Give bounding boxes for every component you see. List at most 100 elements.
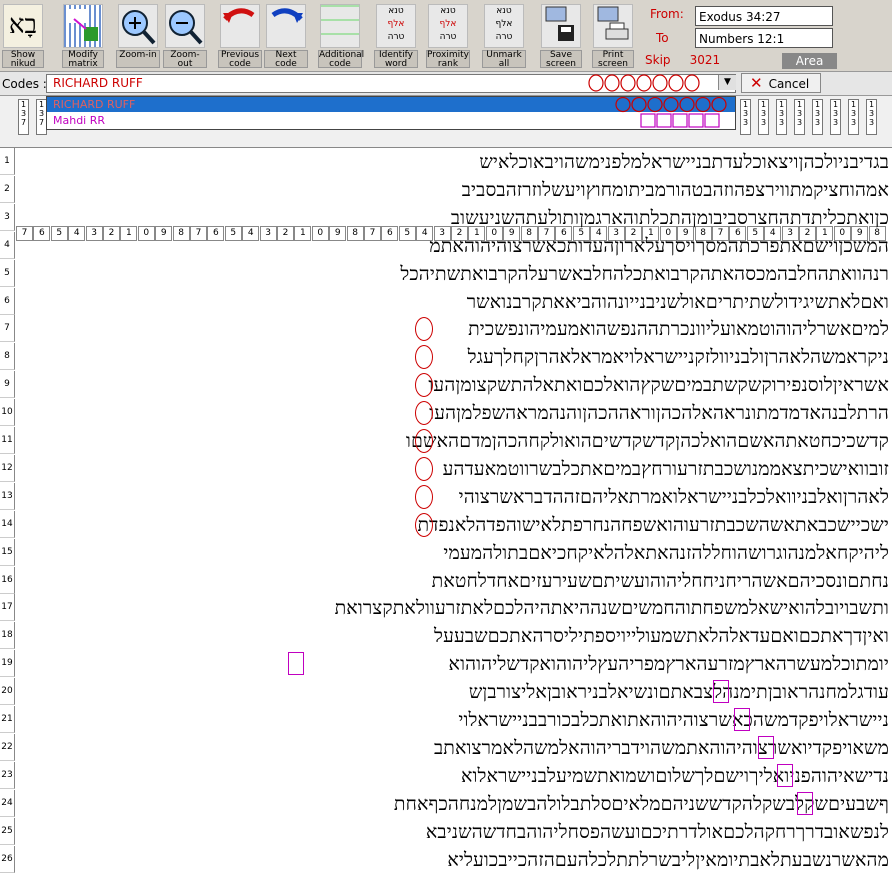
matrix-row: 14 ישכיישכבאתאשהשכבתזרעוהואשפחהנחרפתלאישו… <box>0 510 892 539</box>
identify-word-button[interactable]: טנא אלף טרה Identify word <box>374 2 418 70</box>
skip-value: 3021 <box>689 53 721 67</box>
column-number: 133 <box>776 99 787 135</box>
row-letters[interactable]: לנפשאובדרךרחקהלכםאולדרתיכםועשהפסחליהוהבח… <box>17 820 889 844</box>
show-nikud-label: Show nikud <box>2 50 44 69</box>
print-screen-label: Print screen <box>592 50 634 69</box>
row-number: 13 <box>0 482 15 510</box>
matrix-row: 18 ואיןדךאתכםואםעדאלהלאתשמעולייויספתיליסר… <box>0 622 892 650</box>
row-letters[interactable]: זובוואישכיתצאממנושכבתזרעורחץבמיםאתכלבשרו… <box>17 457 889 481</box>
row-letters[interactable]: רנהוואתהחלבהמכסהאתהקרבואתכלהחלבאשרעלהקרב… <box>17 262 889 286</box>
skip-label: Skip 3021 <box>645 53 721 67</box>
row-number: 12 <box>0 454 15 482</box>
matrix-row: 23 נדישאיהוהפניואליךוישםלךשלוםושמואתשמיעל… <box>0 761 892 790</box>
proximity-rank-label: Proximity rank <box>426 50 470 69</box>
row-letters[interactable]: מהאשרנשבעתלאבתיומאיןליבשרלתתלכלהעםהזהכיי… <box>17 848 889 872</box>
row-letters[interactable]: ניישראלויפקדמשהכאשרצוהיהוהאתואתכלבכורבבנ… <box>17 708 889 732</box>
save-screen-button[interactable]: Save screen <box>540 2 582 70</box>
codes-value: RICHARD RUFF <box>53 76 143 90</box>
row-letters[interactable]: ףשבעיםשקלבשקלהקדששניהםמלאיםסלתבלולהבשמןל… <box>17 792 889 816</box>
zoom-out-label: Zoom-out <box>163 50 207 69</box>
proximity-rank-button[interactable]: טנא אלף טרה Proximity rank <box>426 2 470 70</box>
row-letters[interactable]: ואםלאתשיגידולשתיתריםאולשניבנייונהוהביאאת… <box>17 290 889 314</box>
unmark-icon: טנא אלף טרה <box>484 4 524 48</box>
area-button[interactable]: Area <box>782 53 837 69</box>
option-code-marks <box>615 97 727 128</box>
row-letters[interactable]: אשראיןלוסנפירוקשקשתבמיםשקץהואלכםואתאלהתש… <box>17 373 889 397</box>
zoom-in-button[interactable]: Zoom-in <box>116 2 160 70</box>
row-letters[interactable]: ותשבויובלהואישאלמשפחתוהחמשיםשנההיאתהיהלכ… <box>17 596 889 620</box>
row-number: 19 <box>0 650 15 678</box>
row-letters[interactable]: הרתלבנהאדמדמתונראהאלהכהןוראההכהןוהנהמראה… <box>17 401 889 425</box>
matrix-row: 5 רנהוואתהחלבהמכסהאתהקרבואתכלהחלבאשרעלהקר… <box>0 259 892 288</box>
cancel-button[interactable]: ✕ Cancel <box>741 73 821 93</box>
cancel-label: Cancel <box>768 77 810 91</box>
matrix-row: 24 ףשבעיםשקלבשקלהקדששניהםמלאיםסלתבלולהבשמ… <box>0 789 892 818</box>
column-number: 133 <box>830 99 841 135</box>
show-nikud-button[interactable]: בָא Show nikud <box>2 2 44 70</box>
row-number: 3 <box>0 203 15 231</box>
row-number: 14 <box>0 510 15 538</box>
row-letters[interactable]: אמהוחציקמתווירצפהוזהבטהורמביתומחוץויעשלו… <box>17 178 889 202</box>
next-code-label: Next code <box>264 50 308 69</box>
hebrew-code-circles <box>588 74 714 92</box>
to-field[interactable]: Numbers 12:1 <box>695 28 833 48</box>
matrix-row: 16 נחתםונסכיהםאשהריחניחחליהוהועשיתםשעירעז… <box>0 566 892 595</box>
unmark-all-button[interactable]: טנא אלף טרה Unmark all <box>482 2 526 70</box>
matrix-icon <box>63 4 103 48</box>
unmark-all-label: Unmark all <box>482 50 526 69</box>
print-screen-icon <box>593 4 633 48</box>
close-icon: ✕ <box>750 74 763 92</box>
column-number: 133 <box>740 99 751 135</box>
from-field[interactable]: Exodus 34:27 <box>695 6 833 26</box>
row-number: 6 <box>0 287 15 315</box>
print-screen-button[interactable]: Print screen <box>592 2 634 70</box>
matrix-row: 2 אמהוחציקמתווירצפהוזהבטהורמביתומחוץויעשל… <box>0 175 892 204</box>
matrix-row: 9 אשראיןלוסנפירוקשקשתבמיםשקץהואלכםואתאלהת… <box>0 371 892 399</box>
row-letters[interactable]: ניקראמשהלאהרןולבניוולזקניישראלויאמראלאהר… <box>17 345 889 369</box>
row-letters[interactable]: יומתוכלמעשרהארץמזרעהארץמפריהעץליהוהואקדש… <box>17 652 889 676</box>
row-letters[interactable]: למיםאשרליהוהוטמאועליוונכרתההנפשהואמעמיהו… <box>17 317 889 341</box>
row-letters[interactable]: קדשכיכחטאתהאשםהואלכהןקדשקדשיםהואולקחהכהן… <box>17 429 889 453</box>
row-number: 15 <box>0 538 15 566</box>
proximity-rank-icon: טנא אלף טרה <box>428 4 468 48</box>
matrix-row: 20 עודגלמחנהראובןתימנהלצבאתםונשיאלבניראוב… <box>0 678 892 706</box>
zoom-out-button[interactable]: Zoom-out <box>163 2 207 70</box>
zoom-in-label: Zoom-in <box>116 50 160 68</box>
row-letters[interactable]: המשכןוישםאתפרכתהמסךויסךעלארוןהעדותכאשרצו… <box>17 234 889 258</box>
save-screen-label: Save screen <box>540 50 582 69</box>
row-number: 11 <box>0 427 15 454</box>
save-screen-icon <box>541 4 581 48</box>
row-letters[interactable]: עודגלמחנהראובןתימנהלצבאתםונשיאלבניראובןא… <box>17 680 889 704</box>
row-number: 18 <box>0 622 15 650</box>
matrix-row: 21 ניישראלויפקדמשהכאשרצוהיהוהאתואתכלבכורב… <box>0 706 892 734</box>
row-letters[interactable]: בגדיבניולכהןויצאוכלעדתבניישראלמלפנימשהוי… <box>17 150 889 174</box>
next-code-button[interactable]: Next code <box>264 2 308 70</box>
row-number: 7 <box>0 315 15 343</box>
modify-matrix-button[interactable]: Modify matrix <box>62 2 104 70</box>
row-letters[interactable]: לאהרןואלבניוואלכלבניישראלואמרתאליהםזההדב… <box>17 485 889 509</box>
matrix-row: 26 מהאשרנשבעתלאבתיומאיןליבשרלתתלכלהעםהזהכ… <box>0 845 892 874</box>
column-number: 133 <box>758 99 769 135</box>
chevron-down-icon[interactable]: ▼ <box>718 75 736 90</box>
row-letters[interactable]: נדישאיהוהפניואליךוישםלךשלוםושמואתשמיעלבנ… <box>17 764 889 788</box>
row-number: 17 <box>0 594 15 622</box>
identify-word-label: Identify word <box>374 50 418 69</box>
previous-code-label: Previous code <box>218 50 262 69</box>
row-letters[interactable]: ואיןדךאתכםואםעדאלהלאתשמעולייויספתיליסרהא… <box>17 624 889 648</box>
row-letters[interactable]: משאויפקדיואשרצוהיהוהאתמשהוידבריהוהאלמשהל… <box>17 736 889 760</box>
matrix-row: 22 משאויפקדיואשרצוהיהוהאתמשהוידבריהוהאלמש… <box>0 733 892 762</box>
row-number: 20 <box>0 678 15 706</box>
row-letters[interactable]: ישכיישכבאתאשהשכבתזרעוהואשפחהנחרפתלאישוהפ… <box>17 513 889 537</box>
matrix-row: 1 בגדיבניולכהןויצאוכלעדתבניישראלמלפנימשהו… <box>0 148 892 176</box>
matrix-row: 25 לנפשאובדרךרחקהלכםאולדרתיכםועשהפסחליהוה… <box>0 817 892 846</box>
row-letters[interactable]: ליהיקחאלמנהוגרושהוחללהזנהאתאלהלאיקחכיאםב… <box>17 541 889 565</box>
codes-bar: Codes : RICHARD RUFF ▼ ✕ Cancel <box>0 72 892 96</box>
matrix-row: 3 כןואתכליתדתהחצרסביבומןהתכלתוהארגמןותולע… <box>0 203 892 232</box>
row-number: 23 <box>0 761 15 789</box>
previous-code-button[interactable]: Previous code <box>218 2 262 70</box>
row-letters[interactable]: נחתםונסכיהםאשהריחניחחליהוהועשיתםשעירעזים… <box>17 569 889 593</box>
column-number: 133 <box>812 99 823 135</box>
row-letters[interactable]: כןואתכליתדתהחצרסביבומןהתכלתוהארגמןותולעת… <box>17 206 889 230</box>
additional-code-button[interactable]: Additional code <box>318 2 364 70</box>
column-number: 133 <box>848 99 859 135</box>
